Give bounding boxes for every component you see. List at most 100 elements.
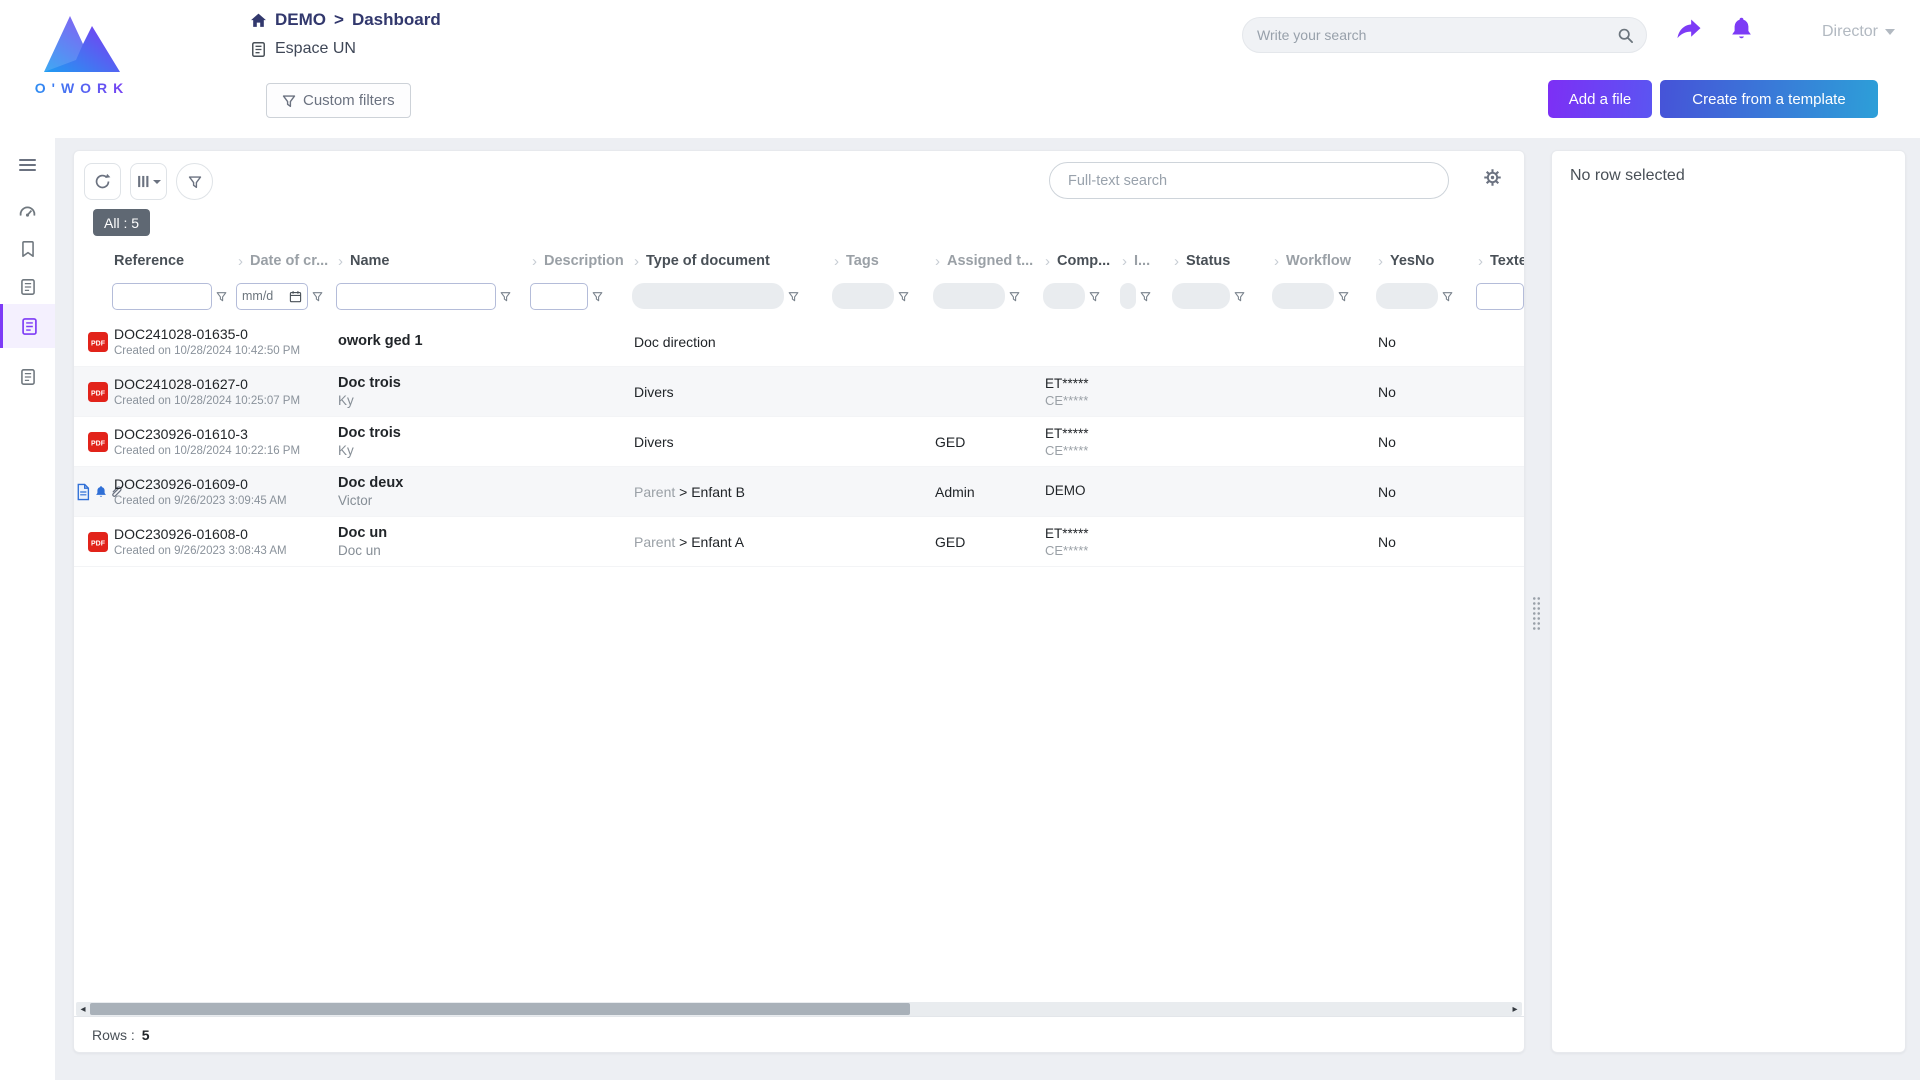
funnel-icon[interactable] <box>1089 291 1100 302</box>
global-search-input[interactable] <box>1243 27 1617 43</box>
add-file-button[interactable]: Add a file <box>1548 80 1652 118</box>
funnel-icon[interactable] <box>1442 291 1453 302</box>
column-header-name[interactable]: Name <box>334 253 528 270</box>
funnel-icon[interactable] <box>312 291 323 302</box>
cell-company: ET***** CE***** <box>1041 426 1118 458</box>
row-file-icons <box>78 532 114 552</box>
column-header-company[interactable]: Comp... <box>1041 253 1118 270</box>
filter-texte-input[interactable] <box>1476 283 1524 310</box>
sidebar <box>0 138 55 1080</box>
document-reference: DOC241028-01635-0 <box>114 326 300 342</box>
funnel-icon[interactable] <box>1234 291 1245 302</box>
panel-resize-handle[interactable] <box>1532 596 1541 632</box>
cell-type: Parent > Enfant B <box>630 484 830 500</box>
sidebar-menu-toggle[interactable] <box>0 146 55 184</box>
breadcrumb-demo[interactable]: DEMO <box>275 10 326 30</box>
document-type: > Enfant A <box>679 534 744 550</box>
document-subname: Doc un <box>338 543 528 558</box>
filter-assigned-disabled <box>933 283 1005 309</box>
rows-count: 5 <box>142 1027 150 1043</box>
horizontal-scrollbar[interactable]: ◂ ▸ <box>76 1002 1522 1016</box>
cell-company: DEMO <box>1041 483 1118 500</box>
document-created-timestamp: Created on 9/26/2023 3:08:43 AM <box>114 545 287 557</box>
funnel-icon[interactable] <box>1140 291 1151 302</box>
column-header-type[interactable]: Type of document <box>630 253 830 270</box>
filter-reference-input[interactable] <box>112 283 212 310</box>
search-icon[interactable] <box>1617 27 1634 44</box>
column-header-status[interactable]: Status <box>1170 253 1270 270</box>
grid-settings-button[interactable] <box>1483 168 1506 187</box>
alert-bell-icon <box>95 485 107 499</box>
cell-yesno: No <box>1374 434 1474 450</box>
detail-panel: No row selected <box>1551 150 1906 1053</box>
scrollbar-thumb[interactable] <box>90 1003 910 1015</box>
column-header-texte[interactable]: Texte <box>1474 253 1524 270</box>
fulltext-search-input[interactable] <box>1049 162 1449 199</box>
company-line-1: ET***** <box>1045 376 1118 391</box>
table-filter-row: mm/d <box>74 275 1524 317</box>
funnel-icon[interactable] <box>1009 291 1020 302</box>
global-search <box>1242 17 1647 53</box>
column-header-workflow[interactable]: Workflow <box>1270 253 1374 270</box>
funnel-icon[interactable] <box>592 291 603 302</box>
sidebar-item-documents-1[interactable] <box>0 268 55 306</box>
cell-name: Doc trois Ky <box>334 375 528 408</box>
filter-description-input[interactable] <box>530 283 588 310</box>
table-row[interactable]: DOC230926-01609-0 Created on 9/26/2023 3… <box>74 467 1524 517</box>
breadcrumb: DEMO > Dashboard Espace UN <box>250 10 441 58</box>
column-header-yesno[interactable]: YesNo <box>1374 253 1474 270</box>
breadcrumb-dashboard[interactable]: Dashboard <box>352 10 441 30</box>
refresh-button[interactable] <box>84 163 121 200</box>
user-menu[interactable]: Director <box>1822 23 1895 41</box>
journal-icon <box>19 368 37 386</box>
row-file-icons <box>78 432 114 452</box>
funnel-icon[interactable] <box>898 291 909 302</box>
scroll-right-arrow[interactable]: ▸ <box>1508 1002 1522 1016</box>
tab-all-count[interactable]: All : 5 <box>93 209 150 236</box>
sidebar-item-documents-2[interactable] <box>0 358 55 396</box>
filter-toggle-button[interactable] <box>176 163 213 200</box>
share-button[interactable] <box>1676 18 1702 41</box>
scroll-left-arrow[interactable]: ◂ <box>76 1002 90 1016</box>
documents-grid-card: All : 5 Reference Date of cr... Name Des… <box>73 150 1525 1053</box>
column-header-date[interactable]: Date of cr... <box>234 253 334 270</box>
cell-assigned: Admin <box>931 484 1041 500</box>
filter-name-input[interactable] <box>336 283 496 310</box>
document-type: Divers <box>634 434 674 450</box>
app-logo[interactable]: O'WORK <box>16 6 148 96</box>
funnel-icon[interactable] <box>788 291 799 302</box>
column-chooser-button[interactable] <box>130 163 167 200</box>
notifications-button[interactable] <box>1730 16 1753 42</box>
filter-company-disabled <box>1043 283 1085 309</box>
column-header-reference[interactable]: Reference <box>110 253 234 269</box>
company-line-2: CE***** <box>1045 543 1118 558</box>
cell-reference: DOC241028-01627-0 Created on 10/28/2024 … <box>74 376 234 407</box>
column-header-i[interactable]: I... <box>1118 253 1170 270</box>
table-row[interactable]: DOC230926-01610-3 Created on 10/28/2024 … <box>74 417 1524 467</box>
cell-assigned: GED <box>931 434 1041 450</box>
custom-filters-button[interactable]: Custom filters <box>266 83 411 118</box>
document-reference: DOC230926-01608-0 <box>114 526 287 542</box>
filter-date-input[interactable]: mm/d <box>236 283 308 310</box>
table-row[interactable]: DOC230926-01608-0 Created on 9/26/2023 3… <box>74 517 1524 567</box>
cell-reference: DOC241028-01635-0 Created on 10/28/2024 … <box>74 326 234 357</box>
calendar-icon <box>289 290 302 303</box>
sidebar-item-documents-active[interactable] <box>0 304 55 348</box>
workspace-book-icon <box>250 41 267 58</box>
cell-assigned: GED <box>931 534 1041 550</box>
document-name: Doc trois <box>338 425 528 441</box>
column-header-tags[interactable]: Tags <box>830 253 931 270</box>
column-header-description[interactable]: Description <box>528 253 630 270</box>
create-from-template-button[interactable]: Create from a template <box>1660 80 1878 118</box>
funnel-icon[interactable] <box>1338 291 1349 302</box>
sidebar-item-bookmarks[interactable] <box>0 230 55 268</box>
cell-name: Doc deux Victor <box>334 475 528 508</box>
table-row[interactable]: DOC241028-01627-0 Created on 10/28/2024 … <box>74 367 1524 417</box>
funnel-icon[interactable] <box>216 291 227 302</box>
table-row[interactable]: DOC241028-01635-0 Created on 10/28/2024 … <box>74 317 1524 367</box>
funnel-icon[interactable] <box>500 291 511 302</box>
user-role-label: Director <box>1822 23 1878 41</box>
sidebar-item-dashboard[interactable] <box>0 192 55 230</box>
column-header-assigned[interactable]: Assigned t... <box>931 253 1041 270</box>
cell-type: Divers <box>630 434 830 450</box>
